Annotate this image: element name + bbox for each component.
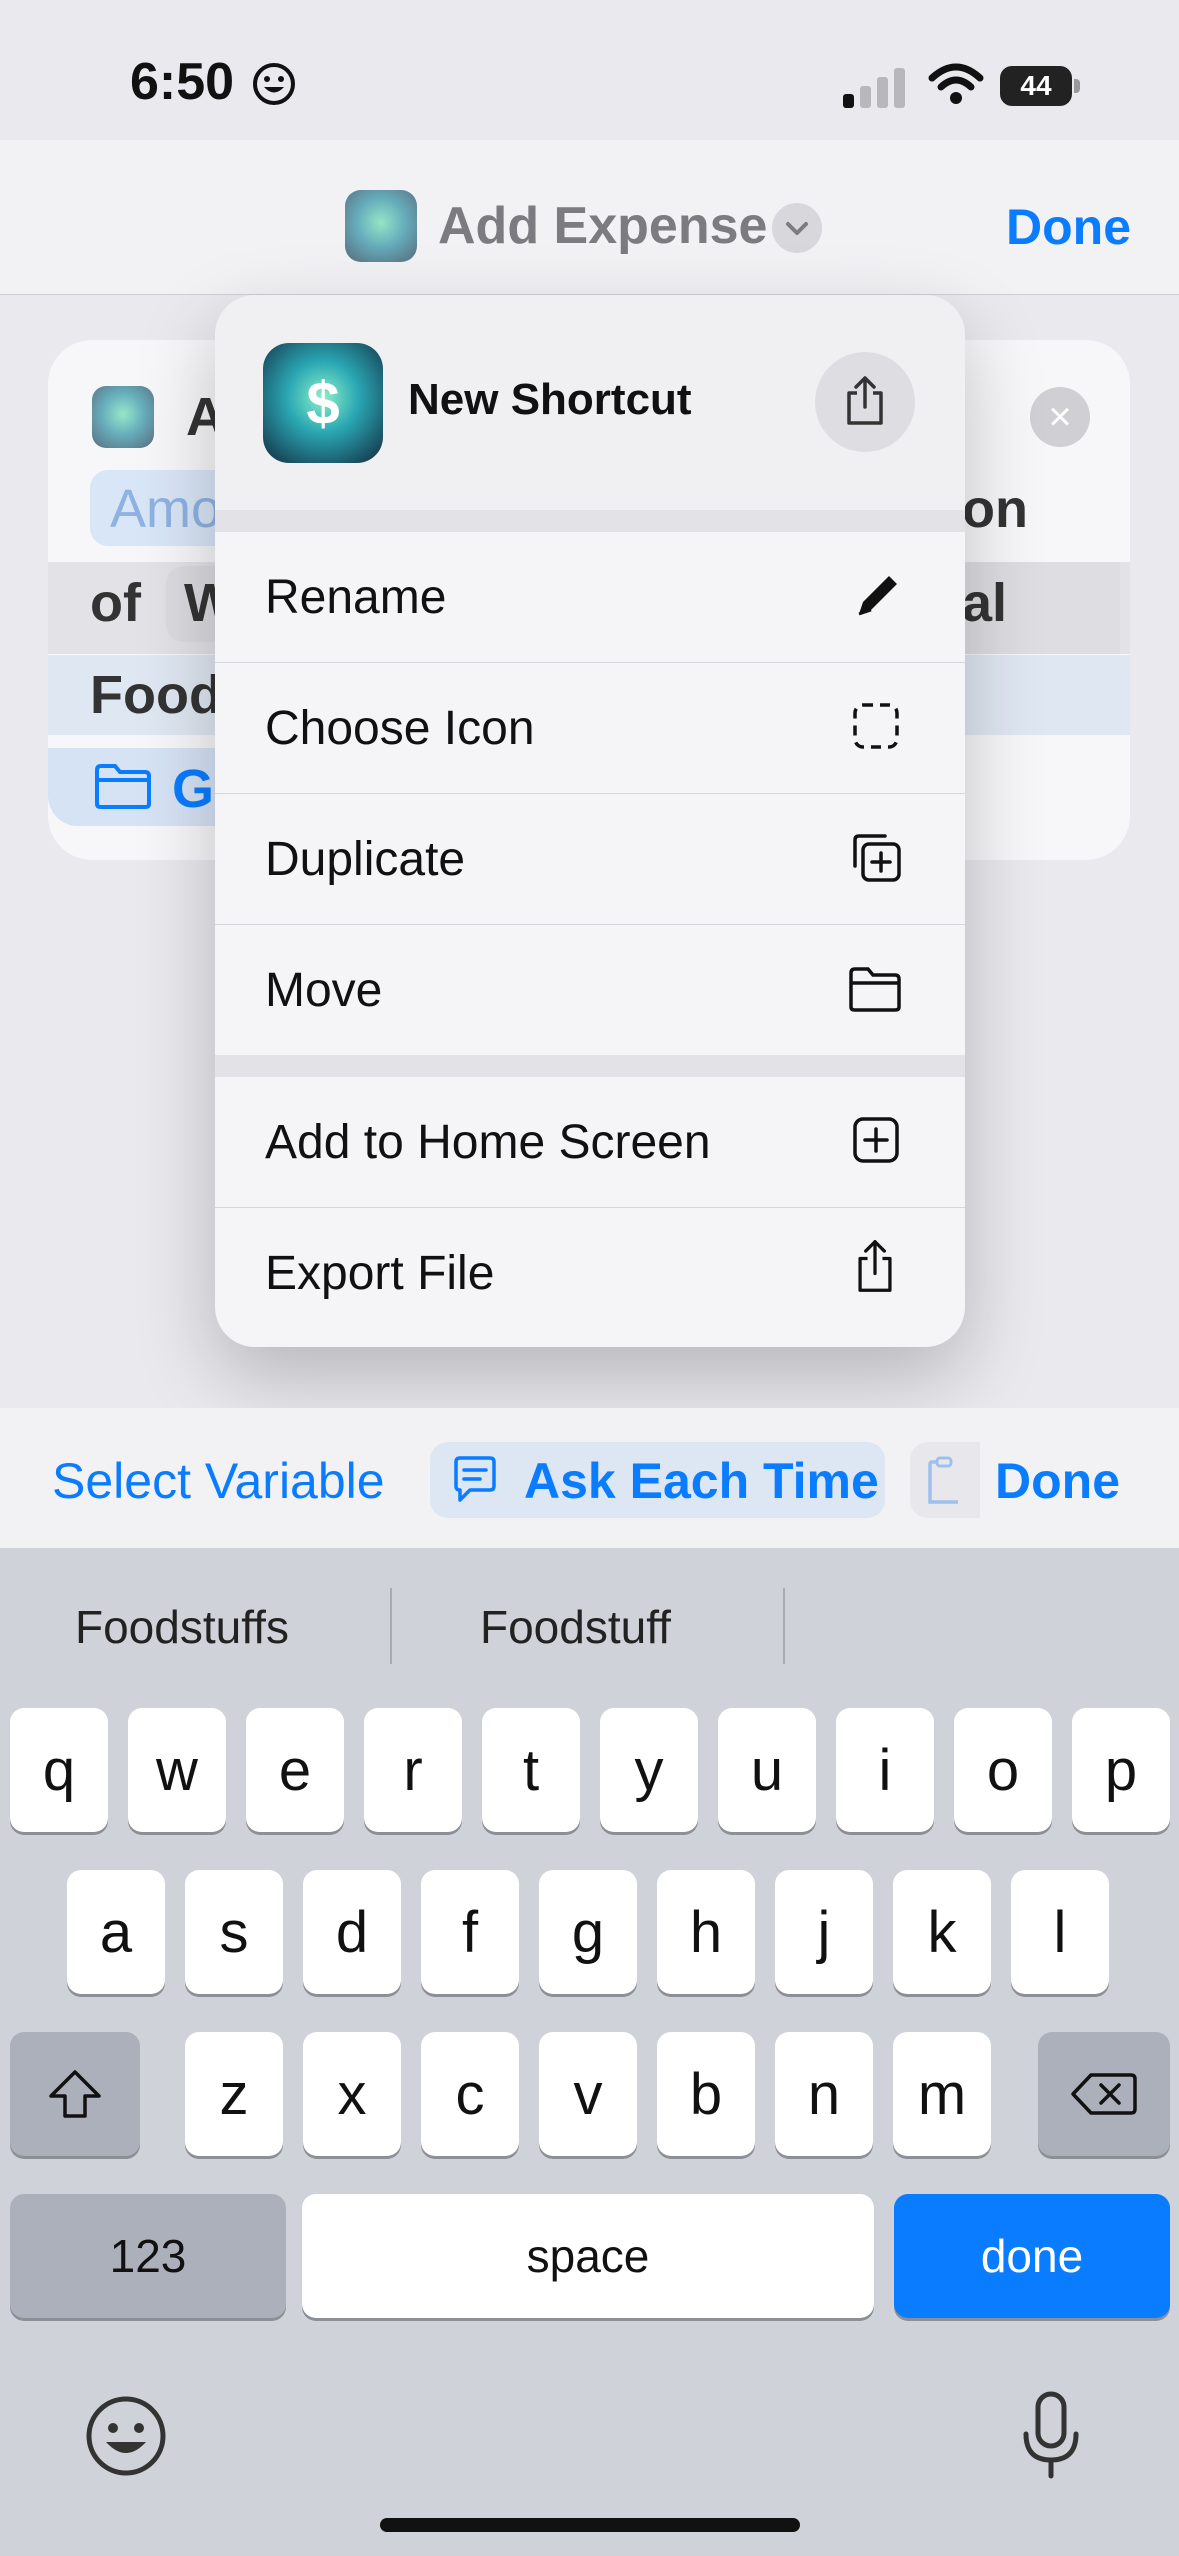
select-variable-button[interactable]: Select Variable bbox=[52, 1452, 385, 1510]
key-p[interactable]: p bbox=[1072, 1708, 1170, 1832]
key-b[interactable]: b bbox=[657, 2032, 755, 2156]
key-z[interactable]: z bbox=[185, 2032, 283, 2156]
clipboard-icon bbox=[928, 1456, 958, 1504]
key-r[interactable]: r bbox=[364, 1708, 462, 1832]
key-f[interactable]: f bbox=[421, 1870, 519, 1994]
folder-icon bbox=[849, 967, 901, 1012]
shift-icon bbox=[49, 2070, 101, 2118]
share-icon bbox=[858, 1240, 892, 1292]
key-h[interactable]: h bbox=[657, 1870, 755, 1994]
action-text-al: al bbox=[962, 573, 1008, 633]
menu-item-choose-icon[interactable]: Choose Icon bbox=[215, 663, 965, 793]
emoji-icon[interactable] bbox=[84, 2394, 168, 2478]
category-field-text[interactable]: Food bbox=[90, 664, 222, 726]
key-e[interactable]: e bbox=[246, 1708, 344, 1832]
menu-item-label: Move bbox=[265, 964, 383, 1017]
suggestion-divider bbox=[783, 1588, 785, 1664]
key-d[interactable]: d bbox=[303, 1870, 401, 1994]
menu-item-label: Choose Icon bbox=[265, 702, 535, 755]
key-m[interactable]: m bbox=[893, 2032, 991, 2156]
key-c[interactable]: c bbox=[421, 2032, 519, 2156]
suggestion-foodstuffs[interactable]: Foodstuffs bbox=[75, 1600, 289, 1654]
duplicate-icon bbox=[853, 834, 901, 882]
key-k[interactable]: k bbox=[893, 1870, 991, 1994]
folder-icon bbox=[95, 764, 151, 809]
backspace-key[interactable] bbox=[1038, 2032, 1170, 2156]
key-n[interactable]: n bbox=[775, 2032, 873, 2156]
key-s[interactable]: s bbox=[185, 1870, 283, 1994]
dollar-icon: $ bbox=[306, 369, 340, 437]
menu-item-label: Add to Home Screen bbox=[265, 1116, 711, 1169]
shortcut-app-icon[interactable] bbox=[345, 190, 417, 262]
backspace-icon bbox=[1071, 2073, 1137, 2115]
menu-shortcut-name: New Shortcut bbox=[408, 375, 692, 424]
key-w[interactable]: w bbox=[128, 1708, 226, 1832]
menu-item-export-file[interactable]: Export File bbox=[215, 1208, 965, 1338]
wifi-icon bbox=[928, 63, 984, 104]
key-y[interactable]: y bbox=[600, 1708, 698, 1832]
menu-item-duplicate[interactable]: Duplicate bbox=[215, 794, 965, 924]
action-text-on: on bbox=[962, 479, 1028, 539]
nav-done-button[interactable]: Done bbox=[1006, 198, 1131, 256]
cellular-signal-icon bbox=[843, 68, 905, 108]
action-text-of: of bbox=[90, 573, 141, 633]
key-l[interactable]: l bbox=[1011, 1870, 1109, 1994]
ask-each-time-label: Ask Each Time bbox=[524, 1453, 879, 1509]
key-j[interactable]: j bbox=[775, 1870, 873, 1994]
menu-section-divider bbox=[215, 510, 965, 532]
title-menu-button[interactable] bbox=[772, 203, 822, 253]
key-q[interactable]: q bbox=[10, 1708, 108, 1832]
key-u[interactable]: u bbox=[718, 1708, 816, 1832]
shift-key[interactable] bbox=[10, 2032, 140, 2156]
suggestion-foodstuff[interactable]: Foodstuff bbox=[480, 1600, 671, 1654]
keyboard-done-key[interactable]: done bbox=[894, 2194, 1170, 2318]
menu-item-label: Duplicate bbox=[265, 833, 466, 886]
menu-section-divider bbox=[215, 1055, 965, 1077]
pencil-icon bbox=[858, 576, 897, 616]
menu-item-move[interactable]: Move bbox=[215, 925, 965, 1055]
toolbar-done-button[interactable]: Done bbox=[995, 1452, 1120, 1510]
key-x[interactable]: x bbox=[303, 2032, 401, 2156]
shortcut-title[interactable]: Add Expense bbox=[438, 196, 767, 256]
action-app-icon bbox=[92, 386, 154, 448]
key-v[interactable]: v bbox=[539, 2032, 637, 2156]
suggestion-divider bbox=[390, 1588, 392, 1664]
menu-item-label: Export File bbox=[265, 1247, 495, 1300]
key-o[interactable]: o bbox=[954, 1708, 1052, 1832]
menu-item-rename[interactable]: Rename bbox=[215, 532, 965, 662]
space-key[interactable]: space bbox=[302, 2194, 874, 2318]
battery-level: 44 bbox=[1000, 66, 1072, 106]
home-indicator bbox=[380, 2518, 800, 2532]
key-t[interactable]: t bbox=[482, 1708, 580, 1832]
dashed-square-icon bbox=[853, 703, 899, 749]
key-i[interactable]: i bbox=[836, 1708, 934, 1832]
microphone-icon[interactable] bbox=[1018, 2390, 1084, 2482]
folder-link-text[interactable]: G bbox=[172, 758, 214, 820]
battery-indicator: 44 bbox=[1000, 66, 1080, 106]
smiley-icon bbox=[253, 63, 295, 105]
chevron-down-icon bbox=[786, 222, 808, 235]
numbers-key[interactable]: 123 bbox=[10, 2194, 286, 2318]
close-icon: × bbox=[1048, 394, 1072, 439]
status-time: 6:50 bbox=[130, 53, 235, 111]
plus-square-icon bbox=[853, 1117, 899, 1163]
menu-item-add-to-home-screen[interactable]: Add to Home Screen bbox=[215, 1077, 965, 1207]
key-g[interactable]: g bbox=[539, 1870, 637, 1994]
shortcut-context-menu: $ New Shortcut Rename Choose Icon Duplic… bbox=[215, 295, 965, 1347]
amount-token-label: Amo bbox=[110, 479, 222, 539]
speech-bubble-icon bbox=[454, 1456, 496, 1502]
key-a[interactable]: a bbox=[67, 1870, 165, 1994]
share-icon bbox=[847, 376, 883, 425]
menu-item-label: Rename bbox=[265, 571, 447, 624]
battery-cap bbox=[1074, 79, 1080, 93]
